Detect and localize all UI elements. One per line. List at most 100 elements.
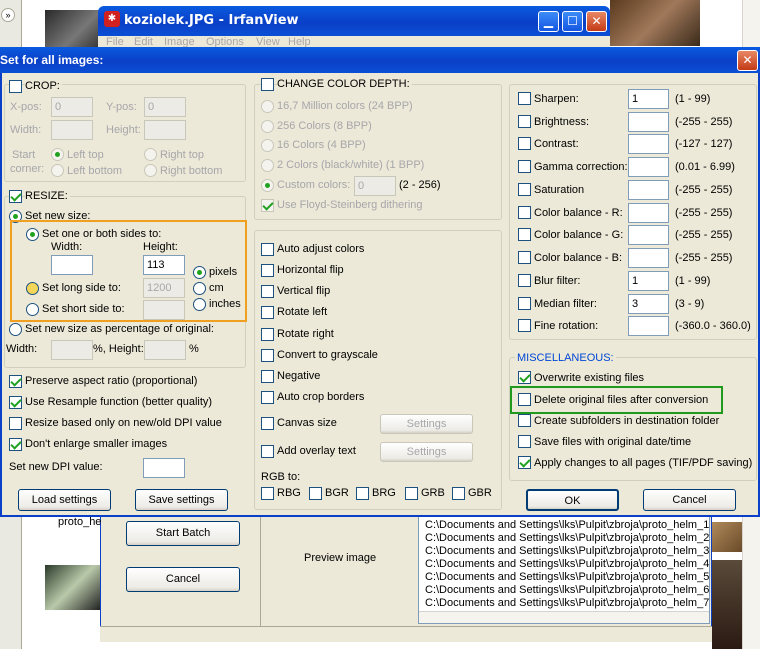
auto-crop-checkbox[interactable] — [261, 391, 274, 404]
chevron-icon[interactable]: » — [1, 8, 15, 22]
short-side-field[interactable] — [143, 300, 185, 320]
long-side-radio[interactable] — [26, 282, 39, 295]
ok-button[interactable]: OK — [526, 489, 619, 511]
brightness-field[interactable] — [628, 112, 669, 132]
depth-24bpp-radio[interactable] — [261, 100, 274, 113]
fine-rotation-checkbox[interactable] — [518, 319, 531, 332]
saturation-field[interactable] — [628, 180, 669, 200]
left-top-radio[interactable] — [51, 148, 64, 161]
sharpen-field[interactable]: 1 — [628, 89, 669, 109]
rotate-right-checkbox[interactable] — [261, 328, 274, 341]
fine-rotation-field[interactable] — [628, 316, 669, 336]
overwrite-checkbox[interactable] — [518, 371, 531, 384]
dpi-field[interactable] — [143, 458, 185, 478]
start-batch-button[interactable]: Start Batch — [126, 521, 240, 546]
batch-cancel-button[interactable]: Cancel — [126, 567, 240, 592]
cb-green-field[interactable] — [628, 225, 669, 245]
cancel-button[interactable]: Cancel — [643, 489, 736, 511]
file-list-item[interactable]: C:\Documents and Settings\lks\Pulpit\zbr… — [425, 532, 709, 545]
auto-adjust-checkbox[interactable] — [261, 243, 274, 256]
short-side-radio[interactable] — [26, 303, 39, 316]
cb-red-checkbox[interactable] — [518, 206, 531, 219]
floyd-checkbox[interactable] — [261, 199, 274, 212]
median-field[interactable]: 3 — [628, 294, 669, 314]
long-side-field[interactable]: 1200 — [143, 278, 185, 298]
brg-checkbox[interactable] — [356, 487, 369, 500]
depth-1bpp-radio[interactable] — [261, 159, 274, 172]
gamma-field[interactable] — [628, 157, 669, 177]
color-depth-checkbox[interactable] — [261, 78, 274, 91]
file-list-item[interactable]: C:\Documents and Settings\lks\Pulpit\zbr… — [425, 571, 709, 584]
dialog-close-button[interactable]: ✕ — [737, 50, 758, 71]
save-settings-button[interactable]: Save settings — [135, 489, 228, 511]
percentage-radio[interactable] — [9, 323, 22, 336]
negative-checkbox[interactable] — [261, 370, 274, 383]
file-list[interactable]: C:\Documents and Settings\lks\Pulpit\zbr… — [418, 516, 710, 624]
resize-width-field[interactable] — [51, 255, 93, 275]
rbg-checkbox[interactable] — [261, 487, 274, 500]
right-top-radio[interactable] — [144, 148, 157, 161]
hflip-checkbox[interactable] — [261, 264, 274, 277]
cb-blue-field[interactable] — [628, 248, 669, 268]
crop-height-field[interactable] — [144, 120, 186, 140]
grb-checkbox[interactable] — [405, 487, 418, 500]
median-checkbox[interactable] — [518, 297, 531, 310]
one-or-both-radio[interactable] — [26, 228, 39, 241]
blur-field[interactable]: 1 — [628, 271, 669, 291]
maximize-button[interactable]: ☐ — [562, 11, 583, 32]
depth-8bpp-radio[interactable] — [261, 120, 274, 133]
left-bottom-radio[interactable] — [51, 164, 64, 177]
blur-checkbox[interactable] — [518, 274, 531, 287]
pct-width-field[interactable] — [51, 340, 93, 360]
overlay-text-checkbox[interactable] — [261, 445, 274, 458]
minimize-button[interactable]: ▁ — [538, 11, 559, 32]
close-button[interactable]: ✕ — [586, 11, 607, 32]
dialog-titlebar[interactable] — [0, 47, 760, 73]
grayscale-checkbox[interactable] — [261, 349, 274, 362]
overlay-settings-button[interactable]: Settings — [380, 442, 473, 462]
custom-colors-radio[interactable] — [261, 179, 274, 192]
contrast-checkbox[interactable] — [518, 137, 531, 150]
saturation-checkbox[interactable] — [518, 183, 531, 196]
crop-checkbox[interactable] — [9, 80, 22, 93]
bgr-checkbox[interactable] — [309, 487, 322, 500]
cb-blue-checkbox[interactable] — [518, 251, 531, 264]
file-list-item[interactable]: C:\Documents and Settings\lks\Pulpit\zbr… — [425, 597, 709, 610]
rotate-left-checkbox[interactable] — [261, 306, 274, 319]
ypos-field[interactable]: 0 — [144, 97, 186, 117]
dpi-based-checkbox[interactable] — [9, 417, 22, 430]
sharpen-checkbox[interactable] — [518, 92, 531, 105]
custom-colors-field[interactable]: 0 — [354, 176, 396, 196]
xpos-field[interactable]: 0 — [51, 97, 93, 117]
file-list-hscrollbar[interactable] — [419, 611, 709, 623]
pct-height-field[interactable] — [144, 340, 186, 360]
resample-checkbox[interactable] — [9, 396, 22, 409]
cb-red-field[interactable] — [628, 203, 669, 223]
depth-4bpp-radio[interactable] — [261, 139, 274, 152]
gamma-checkbox[interactable] — [518, 160, 531, 173]
inches-radio[interactable] — [193, 298, 206, 311]
pixels-radio[interactable] — [193, 266, 206, 279]
subfolders-checkbox[interactable] — [518, 414, 531, 427]
canvas-size-checkbox[interactable] — [261, 417, 274, 430]
resize-height-field[interactable]: 113 — [143, 255, 185, 275]
preserve-aspect-checkbox[interactable] — [9, 375, 22, 388]
resize-checkbox[interactable] — [9, 190, 22, 203]
file-list-item[interactable]: C:\Documents and Settings\lks\Pulpit\zbr… — [425, 584, 709, 597]
brightness-checkbox[interactable] — [518, 115, 531, 128]
crop-width-field[interactable] — [51, 120, 93, 140]
load-settings-button[interactable]: Load settings — [18, 489, 111, 511]
save-date-checkbox[interactable] — [518, 435, 531, 448]
gbr-checkbox[interactable] — [452, 487, 465, 500]
contrast-field[interactable] — [628, 134, 669, 154]
cm-radio[interactable] — [193, 282, 206, 295]
file-list-item[interactable]: C:\Documents and Settings\lks\Pulpit\zbr… — [425, 519, 709, 532]
cb-green-checkbox[interactable] — [518, 228, 531, 241]
vflip-checkbox[interactable] — [261, 285, 274, 298]
file-list-item[interactable]: C:\Documents and Settings\lks\Pulpit\zbr… — [425, 558, 709, 571]
apply-pages-checkbox[interactable] — [518, 456, 531, 469]
dont-enlarge-checkbox[interactable] — [9, 438, 22, 451]
right-bottom-radio[interactable] — [144, 164, 157, 177]
canvas-settings-button[interactable]: Settings — [380, 414, 473, 434]
delete-originals-checkbox[interactable] — [518, 393, 531, 406]
